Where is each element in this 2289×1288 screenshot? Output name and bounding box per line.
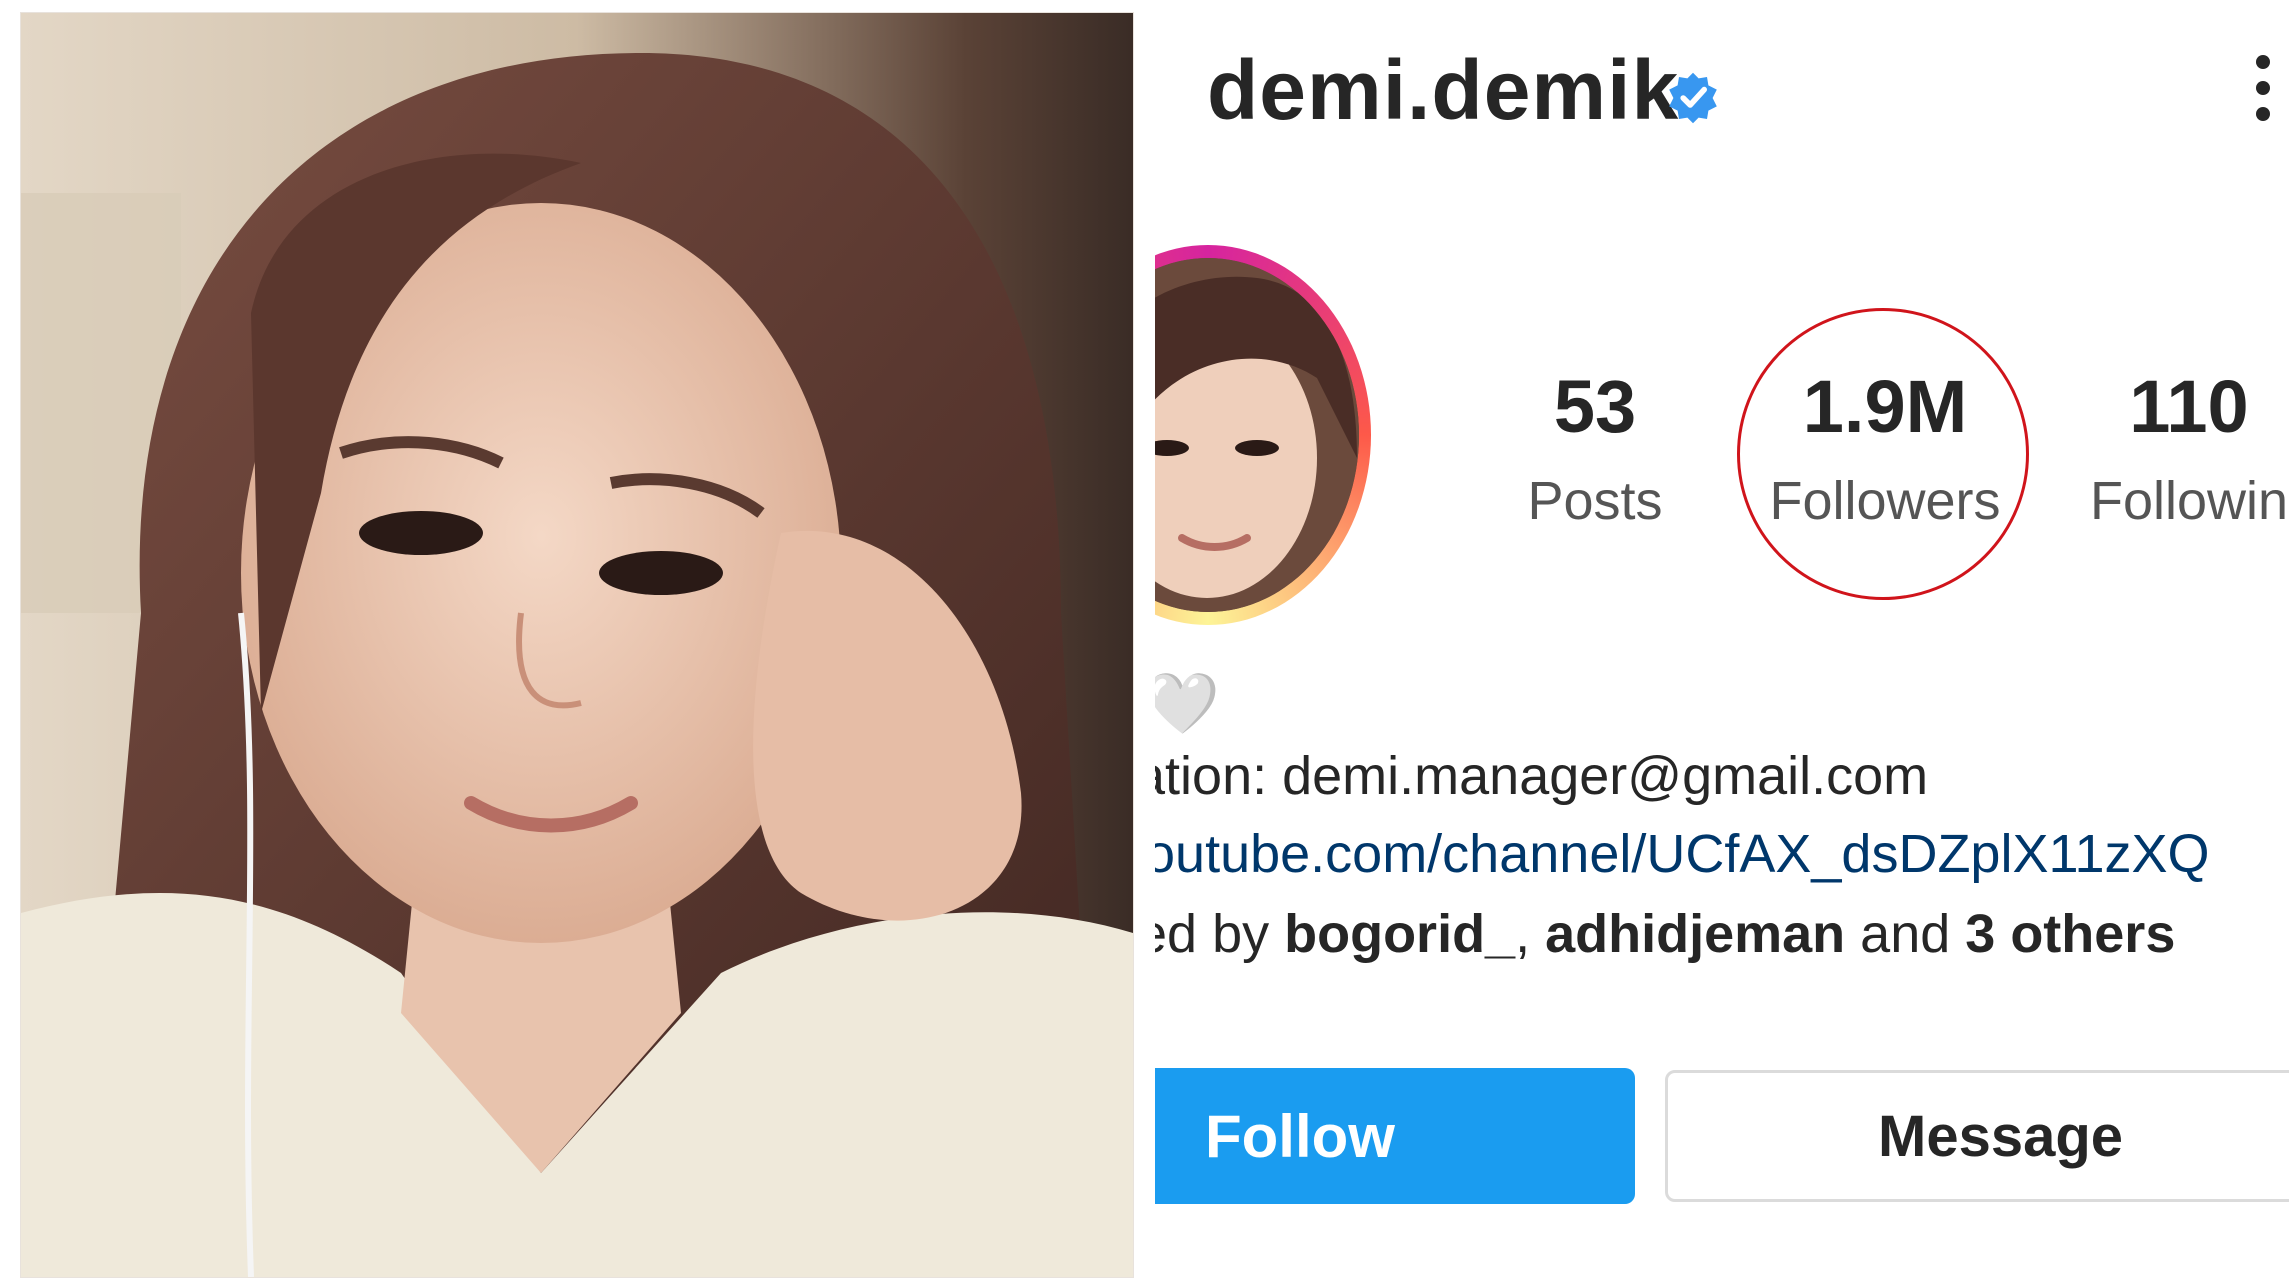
mutual-others[interactable]: 3 others — [1965, 904, 2175, 964]
highlight-circle — [1737, 308, 2029, 600]
follow-button[interactable]: Follow — [1155, 1068, 1635, 1204]
followed-by-sep: , — [1515, 904, 1546, 964]
instagram-profile: demi.demik 53 Posts 1.9M Followers 110 F… — [1155, 0, 2289, 1288]
follow-button-label: Follow — [1205, 1102, 1395, 1170]
followed-by-and: and — [1845, 904, 1966, 964]
verified-badge-icon — [1669, 72, 1717, 124]
stat-following[interactable]: 110 Followin — [2059, 370, 2289, 532]
bio-email-line: ation: demi.manager@gmail.com — [1155, 745, 1928, 807]
bio-heart-icon: 🤍 — [1155, 670, 1220, 737]
posts-label: Posts — [1527, 471, 1663, 531]
bio-email-prefix: ation: — [1155, 746, 1268, 806]
photo-illustration — [21, 13, 1133, 1277]
following-count: 110 — [2129, 365, 2249, 448]
followed-by-prefix: ed by — [1155, 904, 1270, 964]
more-options-icon[interactable] — [2249, 55, 2277, 145]
profile-username: demi.demik — [1207, 43, 1680, 137]
stat-posts[interactable]: 53 Posts — [1475, 370, 1715, 532]
message-button[interactable]: Message — [1665, 1070, 2289, 1202]
bio-link[interactable]: outube.com/channel/UCfAX_dsDZplX11zXQ — [1155, 823, 2210, 885]
message-button-label: Message — [1878, 1103, 2124, 1169]
mutual-follower-2[interactable]: adhidjeman — [1545, 904, 1845, 964]
bio-email[interactable]: demi.manager@gmail.com — [1282, 746, 1928, 806]
selfie-photo — [20, 12, 1134, 1278]
followed-by-line[interactable]: ed by bogorid_, adhidjeman and 3 others — [1155, 903, 2175, 965]
posts-count: 53 — [1553, 365, 1637, 448]
following-label: Followin — [2089, 471, 2289, 531]
mutual-follower-1[interactable]: bogorid_ — [1284, 904, 1515, 964]
